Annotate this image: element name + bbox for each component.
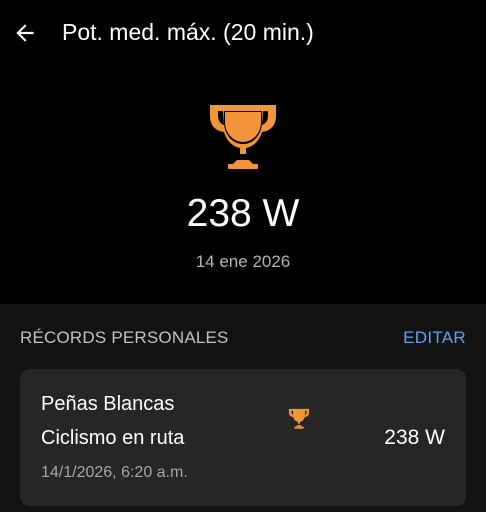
record-value: 238 W [186, 192, 300, 235]
back-button[interactable] [6, 14, 44, 52]
top-app-bar: Pot. med. máx. (20 min.) [0, 0, 486, 64]
trophy-icon [288, 408, 310, 429]
record-activity: Ciclismo en ruta [41, 427, 185, 449]
record-card-value: 238 W [384, 426, 445, 449]
arrow-left-icon [16, 24, 34, 42]
edit-button[interactable]: EDITAR [403, 326, 466, 350]
personal-records-section: RÉCORDS PERSONALES EDITAR Peñas Blancas … [0, 304, 486, 512]
section-title: RÉCORDS PERSONALES [20, 328, 229, 347]
trophy-icon [210, 105, 276, 169]
record-date: 14 ene 2026 [195, 252, 291, 271]
record-location: Peñas Blancas [41, 393, 175, 415]
screen: Pot. med. máx. (20 min.) 238 W 14 ene 20… [0, 0, 486, 512]
record-card[interactable]: Peñas Blancas Ciclismo en ruta 14/1/2026… [20, 369, 466, 506]
record-summary: 238 W 14 ene 2026 [0, 64, 486, 304]
page-title: Pot. med. máx. (20 min.) [62, 19, 314, 45]
record-datetime: 14/1/2026, 6:20 a.m. [41, 464, 188, 481]
